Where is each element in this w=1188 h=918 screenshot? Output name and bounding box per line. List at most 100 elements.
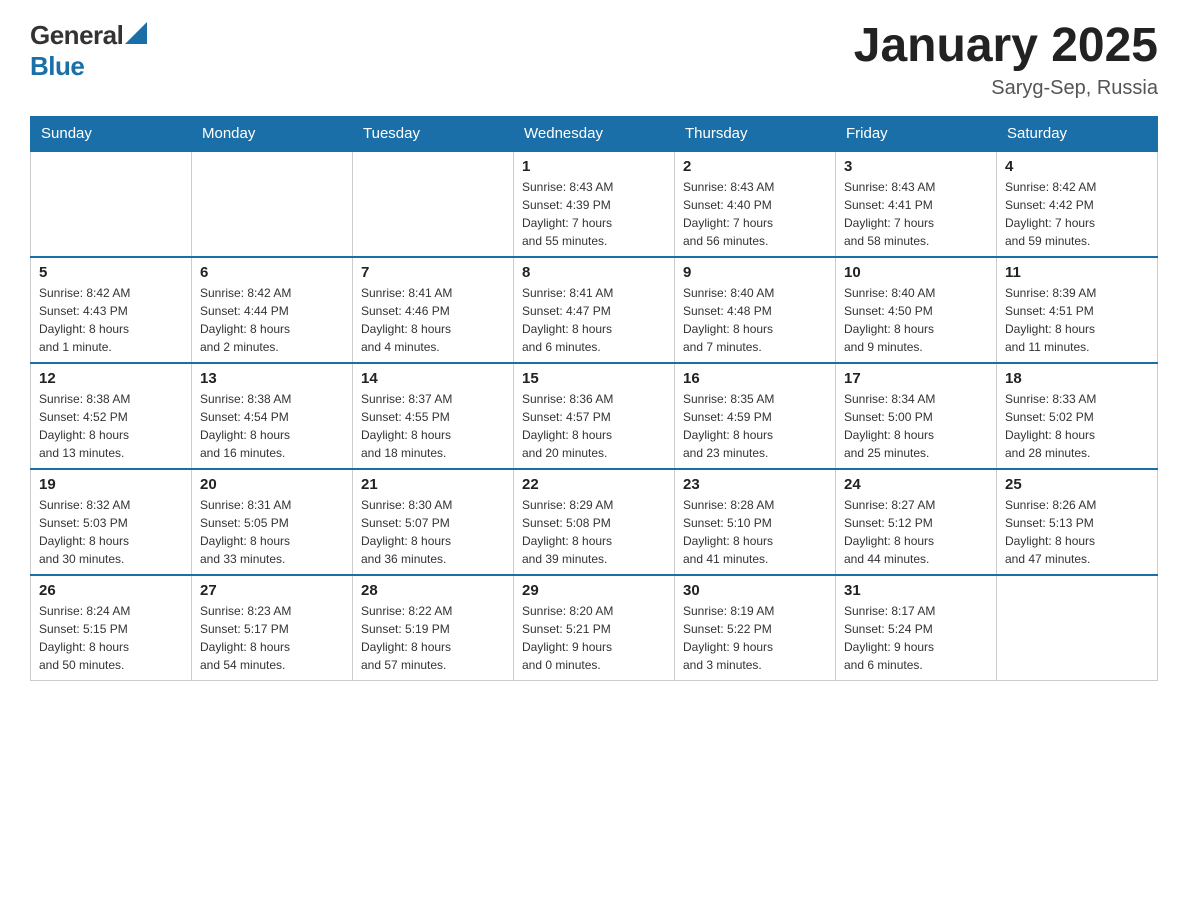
day-number: 26 (39, 582, 183, 599)
day-info: Sunrise: 8:24 AM Sunset: 5:15 PM Dayligh… (39, 602, 183, 674)
calendar-header-row: SundayMondayTuesdayWednesdayThursdayFrid… (31, 116, 1158, 151)
calendar-header-wednesday: Wednesday (514, 116, 675, 151)
calendar-week-3: 12 Sunrise: 8:38 AM Sunset: 4:52 PM Dayli… (31, 363, 1158, 469)
day-info: Sunrise: 8:17 AM Sunset: 5:24 PM Dayligh… (844, 602, 988, 674)
day-info: Sunrise: 8:41 AM Sunset: 4:47 PM Dayligh… (522, 284, 666, 356)
calendar-week-1: 1 Sunrise: 8:43 AM Sunset: 4:39 PM Daylig… (31, 151, 1158, 257)
day-number: 12 (39, 370, 183, 387)
calendar-cell: 17Sunrise: 8:34 AM Sunset: 5:00 PM Dayli… (836, 363, 997, 469)
day-number: 9 (683, 264, 827, 281)
day-info: Sunrise: 8:43 AM Sunset: 4:41 PM Dayligh… (844, 178, 988, 250)
calendar-cell: 27Sunrise: 8:23 AM Sunset: 5:17 PM Dayli… (192, 575, 353, 681)
day-info: Sunrise: 8:19 AM Sunset: 5:22 PM Dayligh… (683, 602, 827, 674)
day-number: 6 (200, 264, 344, 281)
calendar-cell (192, 151, 353, 257)
day-info: Sunrise: 8:32 AM Sunset: 5:03 PM Dayligh… (39, 496, 183, 568)
logo-triangle-icon (125, 22, 147, 44)
calendar-table: SundayMondayTuesdayWednesdayThursdayFrid… (30, 116, 1158, 681)
day-info: Sunrise: 8:42 AM Sunset: 4:42 PM Dayligh… (1005, 178, 1149, 250)
day-info: Sunrise: 8:36 AM Sunset: 4:57 PM Dayligh… (522, 390, 666, 462)
calendar-cell: 5 Sunrise: 8:42 AM Sunset: 4:43 PM Daylig… (31, 257, 192, 363)
day-number: 8 (522, 264, 666, 281)
logo-blue-text: Blue (30, 51, 84, 81)
calendar-header-sunday: Sunday (31, 116, 192, 151)
day-number: 17 (844, 370, 988, 387)
day-info: Sunrise: 8:39 AM Sunset: 4:51 PM Dayligh… (1005, 284, 1149, 356)
logo-general-text: General (30, 20, 123, 51)
calendar-cell: 2 Sunrise: 8:43 AM Sunset: 4:40 PM Daylig… (675, 151, 836, 257)
day-info: Sunrise: 8:42 AM Sunset: 4:44 PM Dayligh… (200, 284, 344, 356)
calendar-cell: 10 Sunrise: 8:40 AM Sunset: 4:50 PM Dayli… (836, 257, 997, 363)
day-info: Sunrise: 8:43 AM Sunset: 4:39 PM Dayligh… (522, 178, 666, 250)
day-info: Sunrise: 8:28 AM Sunset: 5:10 PM Dayligh… (683, 496, 827, 568)
calendar-header-monday: Monday (192, 116, 353, 151)
calendar-header-saturday: Saturday (997, 116, 1158, 151)
day-info: Sunrise: 8:31 AM Sunset: 5:05 PM Dayligh… (200, 496, 344, 568)
day-info: Sunrise: 8:43 AM Sunset: 4:40 PM Dayligh… (683, 178, 827, 250)
day-info: Sunrise: 8:30 AM Sunset: 5:07 PM Dayligh… (361, 496, 505, 568)
day-number: 21 (361, 476, 505, 493)
day-info: Sunrise: 8:35 AM Sunset: 4:59 PM Dayligh… (683, 390, 827, 462)
calendar-cell: 23 Sunrise: 8:28 AM Sunset: 5:10 PM Dayli… (675, 469, 836, 575)
day-info: Sunrise: 8:29 AM Sunset: 5:08 PM Dayligh… (522, 496, 666, 568)
day-number: 23 (683, 476, 827, 493)
calendar-week-4: 19 Sunrise: 8:32 AM Sunset: 5:03 PM Dayli… (31, 469, 1158, 575)
calendar-cell: 6 Sunrise: 8:42 AM Sunset: 4:44 PM Daylig… (192, 257, 353, 363)
day-number: 7 (361, 264, 505, 281)
day-number: 10 (844, 264, 988, 281)
calendar-cell: 11Sunrise: 8:39 AM Sunset: 4:51 PM Dayli… (997, 257, 1158, 363)
calendar-cell: 8 Sunrise: 8:41 AM Sunset: 4:47 PM Daylig… (514, 257, 675, 363)
calendar-cell: 18 Sunrise: 8:33 AM Sunset: 5:02 PM Dayli… (997, 363, 1158, 469)
calendar-header-thursday: Thursday (675, 116, 836, 151)
day-number: 5 (39, 264, 183, 281)
day-number: 1 (522, 158, 666, 175)
day-info: Sunrise: 8:33 AM Sunset: 5:02 PM Dayligh… (1005, 390, 1149, 462)
day-number: 24 (844, 476, 988, 493)
calendar-cell: 4 Sunrise: 8:42 AM Sunset: 4:42 PM Daylig… (997, 151, 1158, 257)
day-number: 19 (39, 476, 183, 493)
day-number: 18 (1005, 370, 1149, 387)
day-number: 29 (522, 582, 666, 599)
calendar-cell: 20 Sunrise: 8:31 AM Sunset: 5:05 PM Dayli… (192, 469, 353, 575)
calendar-cell (353, 151, 514, 257)
location-text: Saryg-Sep, Russia (854, 77, 1158, 100)
calendar-cell: 3 Sunrise: 8:43 AM Sunset: 4:41 PM Daylig… (836, 151, 997, 257)
calendar-header-tuesday: Tuesday (353, 116, 514, 151)
calendar-cell: 19 Sunrise: 8:32 AM Sunset: 5:03 PM Dayli… (31, 469, 192, 575)
day-info: Sunrise: 8:40 AM Sunset: 4:50 PM Dayligh… (844, 284, 988, 356)
calendar-cell: 1 Sunrise: 8:43 AM Sunset: 4:39 PM Daylig… (514, 151, 675, 257)
day-info: Sunrise: 8:38 AM Sunset: 4:52 PM Dayligh… (39, 390, 183, 462)
calendar-cell: 28Sunrise: 8:22 AM Sunset: 5:19 PM Dayli… (353, 575, 514, 681)
day-number: 20 (200, 476, 344, 493)
page-header: General Blue January 2025 Saryg-Sep, Rus… (30, 20, 1158, 100)
day-info: Sunrise: 8:23 AM Sunset: 5:17 PM Dayligh… (200, 602, 344, 674)
day-info: Sunrise: 8:26 AM Sunset: 5:13 PM Dayligh… (1005, 496, 1149, 568)
day-info: Sunrise: 8:20 AM Sunset: 5:21 PM Dayligh… (522, 602, 666, 674)
calendar-cell: 29 Sunrise: 8:20 AM Sunset: 5:21 PM Dayli… (514, 575, 675, 681)
day-info: Sunrise: 8:41 AM Sunset: 4:46 PM Dayligh… (361, 284, 505, 356)
day-info: Sunrise: 8:40 AM Sunset: 4:48 PM Dayligh… (683, 284, 827, 356)
day-info: Sunrise: 8:42 AM Sunset: 4:43 PM Dayligh… (39, 284, 183, 356)
day-number: 2 (683, 158, 827, 175)
month-title: January 2025 (854, 20, 1158, 73)
calendar-cell (997, 575, 1158, 681)
calendar-cell: 26 Sunrise: 8:24 AM Sunset: 5:15 PM Dayli… (31, 575, 192, 681)
day-number: 25 (1005, 476, 1149, 493)
calendar-cell: 15Sunrise: 8:36 AM Sunset: 4:57 PM Dayli… (514, 363, 675, 469)
day-number: 30 (683, 582, 827, 599)
calendar-cell: 31Sunrise: 8:17 AM Sunset: 5:24 PM Dayli… (836, 575, 997, 681)
calendar-cell: 9 Sunrise: 8:40 AM Sunset: 4:48 PM Daylig… (675, 257, 836, 363)
day-number: 16 (683, 370, 827, 387)
calendar-cell: 22 Sunrise: 8:29 AM Sunset: 5:08 PM Dayli… (514, 469, 675, 575)
day-number: 28 (361, 582, 505, 599)
calendar-cell: 12 Sunrise: 8:38 AM Sunset: 4:52 PM Dayli… (31, 363, 192, 469)
calendar-cell: 7 Sunrise: 8:41 AM Sunset: 4:46 PM Daylig… (353, 257, 514, 363)
day-number: 22 (522, 476, 666, 493)
calendar-cell (31, 151, 192, 257)
calendar-cell: 16 Sunrise: 8:35 AM Sunset: 4:59 PM Dayli… (675, 363, 836, 469)
calendar-cell: 21 Sunrise: 8:30 AM Sunset: 5:07 PM Dayli… (353, 469, 514, 575)
calendar-cell: 30 Sunrise: 8:19 AM Sunset: 5:22 PM Dayli… (675, 575, 836, 681)
calendar-week-5: 26 Sunrise: 8:24 AM Sunset: 5:15 PM Dayli… (31, 575, 1158, 681)
day-number: 3 (844, 158, 988, 175)
day-number: 4 (1005, 158, 1149, 175)
